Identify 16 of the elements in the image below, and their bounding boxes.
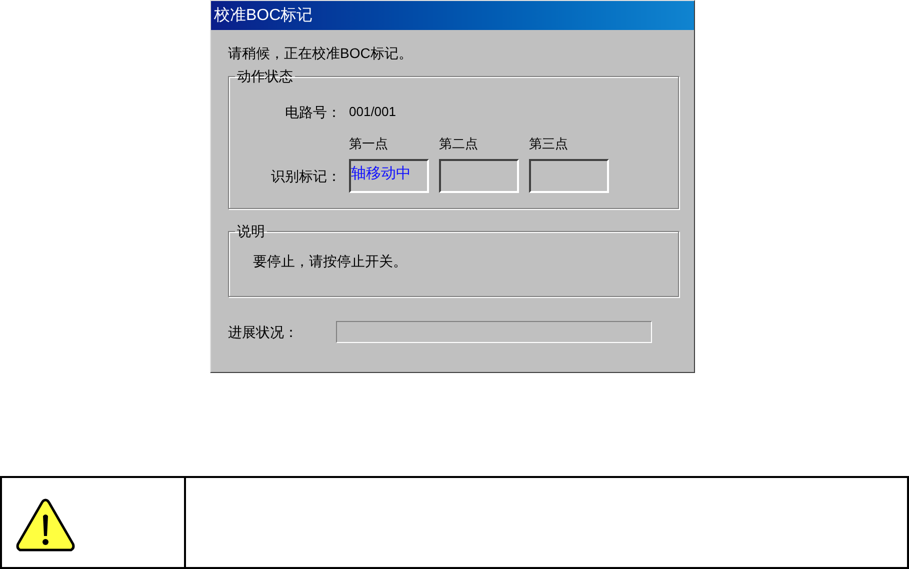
text-field[interactable] xyxy=(529,159,609,193)
text-field[interactable]: 轴移动中 xyxy=(349,159,429,193)
mark-label: 识别标记： xyxy=(270,168,341,184)
group-title: 说明 xyxy=(236,223,266,239)
progress-label: 进展状况： xyxy=(228,324,299,340)
column-label: 第三点 xyxy=(529,136,569,152)
column-label: 第一点 xyxy=(349,136,389,152)
warning-icon xyxy=(16,498,75,552)
column-label: 第二点 xyxy=(439,136,479,152)
group-title: 动作状态 xyxy=(236,68,294,84)
text-field[interactable] xyxy=(439,159,519,193)
circuit-value: 001/001 xyxy=(349,104,396,120)
circuit-label: 电路号： xyxy=(284,104,341,120)
status-message: 请稍候，正在校准BOC标记。 xyxy=(228,45,414,61)
description-text: 要停止，请按停止开关。 xyxy=(253,253,408,269)
window-title: 校准BOC标记 xyxy=(214,6,313,24)
